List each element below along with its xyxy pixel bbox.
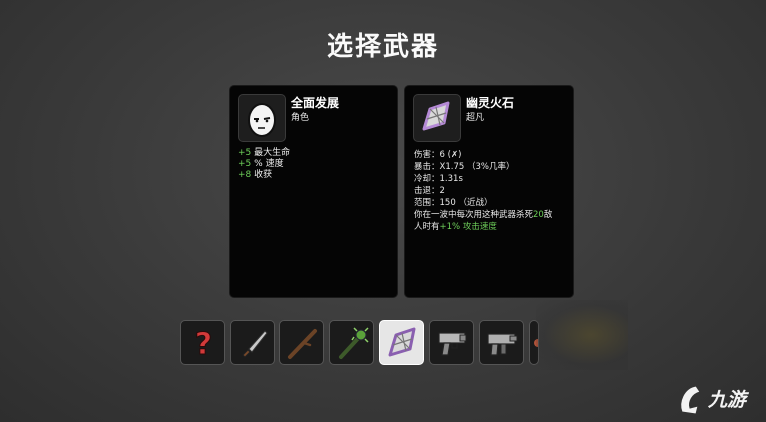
stat-label: 最大生命 — [254, 148, 291, 158]
watermark-text: 九游 — [708, 389, 747, 411]
cooldown-value: 1.31s — [439, 174, 463, 184]
knockback-row: 击退：2 — [414, 185, 572, 197]
stat-row: +5 % 速度 — [238, 159, 290, 170]
pistol-icon — [438, 332, 467, 356]
damage-tail: ) — [458, 150, 462, 160]
knockback-label: 击退： — [414, 186, 440, 196]
crit-label: 暴击： — [414, 162, 440, 172]
effect-line-2: 人时有+1% 攻击速度 — [414, 221, 572, 233]
svg-text:?: ? — [195, 327, 212, 362]
weapon-stats: 伤害：6 (✗) 暴击：X1.75 （3%几率） 冷却：1.31s 击退：2 范… — [414, 149, 572, 233]
stat-value: +5 — [238, 148, 252, 158]
range-row: 范围：150 （近战） — [414, 197, 572, 209]
stat-label: 收获 — [254, 170, 273, 180]
range-label: 范围： — [414, 198, 440, 208]
range-value: 150 （近战） — [439, 198, 493, 208]
weapon-slot-smg[interactable] — [479, 320, 524, 365]
weapon-panel: 幽灵火石 超凡 伤害：6 (✗) 暴击：X1.75 （3%几率） 冷却：1.31… — [405, 86, 573, 297]
ghost-flint-icon — [422, 101, 450, 131]
crit-row: 暴击：X1.75 （3%几率） — [414, 161, 572, 173]
character-stats: +5 最大生命 +5 % 速度 +8 收获 — [238, 148, 290, 181]
character-type: 角色 — [291, 113, 310, 123]
weapon-slot-thorn-club[interactable] — [329, 320, 374, 365]
thorn-club-icon — [339, 327, 369, 359]
sword-icon: ✗ — [450, 150, 459, 160]
effect-text: 敌 — [543, 210, 553, 220]
knife-icon — [242, 330, 268, 358]
character-portrait — [238, 94, 286, 142]
question-icon: ? — [194, 327, 212, 363]
stat-value: +8 — [238, 170, 252, 180]
character-name: 全面发展 — [291, 96, 340, 110]
stat-label: % 速度 — [254, 159, 284, 169]
smg-icon — [487, 333, 518, 356]
watermark-glow — [536, 300, 628, 370]
effect-bonus: +1% 攻击速度 — [439, 222, 497, 232]
egg-face-icon — [248, 103, 276, 137]
effect-line-1: 你在一波中每次用这种武器杀死20敌 — [414, 209, 572, 221]
crit-value: X1.75 （3%几率） — [439, 162, 515, 172]
weapon-slot-knife[interactable] — [230, 320, 275, 365]
weapon-slot-ghost-flint[interactable] — [379, 320, 424, 365]
knockback-value: 2 — [439, 186, 445, 196]
character-panel: 全面发展 角色 +5 最大生命 +5 % 速度 +8 收获 — [230, 86, 397, 297]
cooldown-row: 冷却：1.31s — [414, 173, 572, 185]
weapon-name: 幽灵火石 — [466, 96, 515, 110]
cooldown-label: 冷却： — [414, 174, 440, 184]
damage-value: 6 ( — [439, 150, 451, 160]
stat-row: +8 收获 — [238, 170, 290, 181]
damage-label: 伤害： — [414, 150, 440, 160]
effect-text: 你在一波中每次用这种武器杀死 — [414, 210, 534, 220]
ghost-flint-icon — [388, 327, 416, 357]
weapon-slot-random[interactable]: ? — [180, 320, 225, 365]
weapon-slot-pistol[interactable] — [429, 320, 474, 365]
page-title: 选择武器 — [326, 32, 439, 62]
effect-text: 人时有 — [414, 222, 440, 232]
stick-icon — [288, 329, 317, 359]
weapon-tier: 超凡 — [466, 113, 485, 123]
weapon-slot-stick[interactable] — [279, 320, 324, 365]
effect-number: 20 — [533, 210, 544, 220]
weapon-portrait — [413, 94, 461, 142]
stat-value: +5 — [238, 159, 252, 169]
stat-row: +5 最大生命 — [238, 148, 290, 159]
damage-row: 伤害：6 (✗) — [414, 149, 572, 161]
